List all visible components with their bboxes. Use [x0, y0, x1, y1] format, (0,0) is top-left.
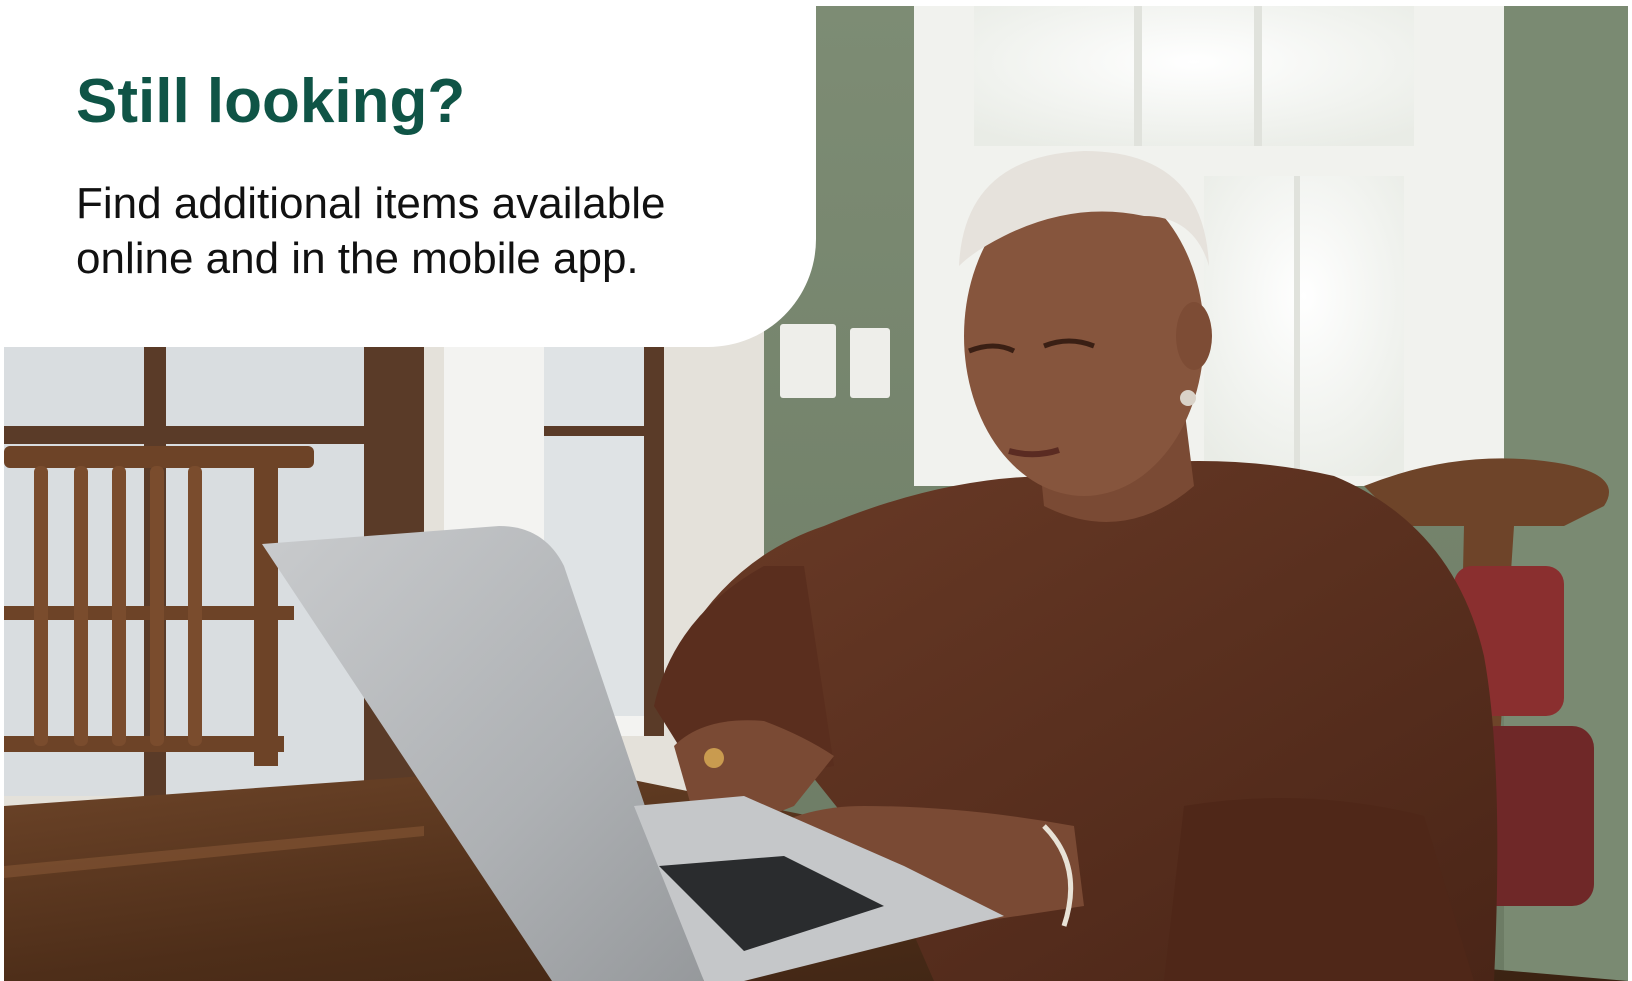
promo-banner: Still looking? Find additional items ava… [0, 0, 1632, 981]
promo-callout: Still looking? Find additional items ava… [0, 0, 816, 347]
promo-body-text: Find additional items available online a… [76, 179, 666, 283]
promo-headline: Still looking? [76, 67, 466, 136]
